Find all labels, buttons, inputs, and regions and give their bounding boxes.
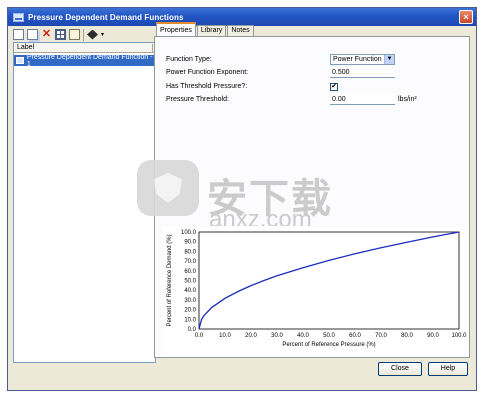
list-item-label: Pressure Dependent Demand Function - 1 [26,53,153,68]
x-tick-label: 60.0 [349,333,361,339]
x-tick-label: 50.0 [323,333,335,339]
y-tick-label: 30.0 [184,298,196,304]
threshold-unit: lbs/in² [398,96,417,103]
function-type-value: Power Function [333,56,382,63]
watermark-shield-icon [137,160,199,216]
y-tick-label: 20.0 [184,308,196,314]
y-tick-label: 10.0 [184,317,196,323]
has-threshold-checkbox[interactable]: ✔ [330,83,338,91]
close-button[interactable]: Close [378,362,422,376]
app-icon [13,12,24,22]
list-item[interactable]: Pressure Dependent Demand Function - 1 [14,53,155,68]
x-tick-label: 40.0 [297,333,309,339]
list-header-label[interactable]: Label [14,43,155,53]
close-window-button[interactable]: × [459,10,473,24]
demand-curve-chart: 0.0 10.0 20.0 30.0 40.0 50.0 60.0 70.0 80.0 90.0 1… [163,226,468,357]
function-type-select[interactable]: Power Function ▼ [330,54,395,65]
x-tick-label: 0.0 [195,333,204,339]
exponent-label: Power Function Exponent: [166,69,249,76]
window-title: Pressure Dependent Demand Functions [28,12,184,22]
x-tick-label: 20.0 [245,333,257,339]
function-list[interactable]: Label Pressure Dependent Demand Function… [13,42,156,363]
function-icon [16,57,24,64]
x-tick-label: 70.0 [375,333,387,339]
y-tick-label: 80.0 [184,249,196,255]
toolbar: ✕ ▾ [13,27,153,42]
y-tick-label: 40.0 [184,288,196,294]
report-icon[interactable] [69,29,80,40]
x-tick-label: 30.0 [271,333,283,339]
y-tick-label: 70.0 [184,259,196,265]
plot-frame [198,231,460,330]
chart-axes [198,231,460,330]
x-tick-label: 10.0 [219,333,231,339]
tab-notes[interactable]: Notes [227,25,254,36]
help-button[interactable]: Help [428,362,468,376]
chart-svg: 0.0 10.0 20.0 30.0 40.0 50.0 60.0 70.0 80.0 90.0 1… [167,230,467,348]
y-tick-label: 100.0 [181,230,197,236]
x-axis-label: Percent of Reference Pressure (%) [282,342,375,348]
exponent-field[interactable]: 0.500 [330,67,395,78]
x-tick-label: 100.0 [451,333,467,339]
threshold-label: Pressure Threshold: [166,96,229,103]
x-tick-label: 80.0 [401,333,413,339]
y-tick-label: 0.0 [188,327,197,333]
fill-icon[interactable] [87,29,98,40]
toolbar-separator [83,28,84,41]
function-type-label: Function Type: [166,56,212,63]
y-tick-label: 90.0 [184,240,196,246]
tab-strip: Properties Library Notes [156,22,255,36]
y-tick-label: 60.0 [184,269,196,275]
threshold-field[interactable]: 0.00 [330,94,395,105]
tab-properties[interactable]: Properties [156,22,196,36]
chevron-down-icon[interactable]: ▼ [384,55,394,64]
y-axis-label: Percent of Reference Demand (%) [167,234,173,326]
dropdown-caret-icon[interactable]: ▾ [101,31,107,38]
x-tick-label: 90.0 [427,333,439,339]
delete-icon[interactable]: ✕ [41,29,52,40]
copy-icon[interactable] [27,29,38,40]
new-icon[interactable] [13,29,24,40]
has-threshold-label: Has Threshold Pressure?: [166,83,248,90]
table-icon[interactable] [55,29,66,40]
tab-library[interactable]: Library [196,25,227,36]
y-tick-label: 50.0 [184,279,196,285]
